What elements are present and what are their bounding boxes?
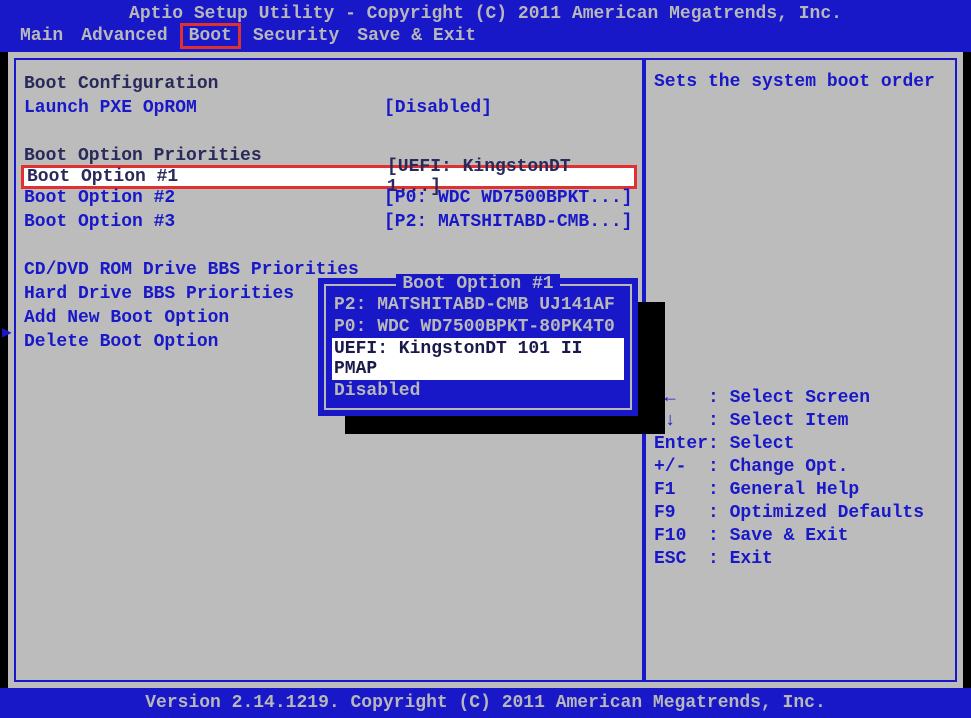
launch-pxe-value: [Disabled] — [384, 98, 634, 118]
help-keys: →←: Select Screen ↑↓: Select Item Enter:… — [654, 386, 947, 570]
boot-option-popup: Boot Option #1 P2: MATSHITABD-CMB UJ141A… — [318, 278, 638, 416]
popup-item-3[interactable]: Disabled — [332, 380, 624, 402]
boot-option-2-value: [P0: WDC WD7500BPKT...] — [384, 188, 634, 208]
launch-pxe-label: Launch PXE OpROM — [24, 98, 384, 118]
popup-item-2[interactable]: UEFI: KingstonDT 101 II PMAP — [332, 338, 624, 380]
boot-option-3-value: [P2: MATSHITABD-CMB...] — [384, 212, 634, 232]
section-boot-config: Boot Configuration — [24, 72, 634, 96]
bios-footer: Version 2.14.1219. Copyright (C) 2011 Am… — [0, 688, 971, 718]
help-key-row: →←: Select Screen — [654, 386, 947, 409]
boot-option-3[interactable]: Boot Option #3 [P2: MATSHITABD-CMB...] — [24, 210, 634, 234]
boot-option-2[interactable]: Boot Option #2 [P0: WDC WD7500BPKT...] — [24, 186, 634, 210]
help-pane: Sets the system boot order →←: Select Sc… — [644, 58, 957, 682]
tab-main[interactable]: Main — [20, 26, 63, 46]
popup-title: Boot Option #1 — [332, 274, 624, 294]
popup-item-0[interactable]: P2: MATSHITABD-CMB UJ141AF — [332, 294, 624, 316]
help-key-row: F1: General Help — [654, 478, 947, 501]
caret-right-icon: ▶ — [2, 322, 12, 342]
boot-option-2-label: Boot Option #2 — [24, 188, 384, 208]
help-key-row: +/-: Change Opt. — [654, 455, 947, 478]
boot-option-3-label: Boot Option #3 — [24, 212, 384, 232]
help-key-row: Enter: Select — [654, 432, 947, 455]
popup-item-1[interactable]: P0: WDC WD7500BPKT-80PK4T0 — [332, 316, 624, 338]
tab-save-exit[interactable]: Save & Exit — [357, 26, 476, 46]
tab-advanced[interactable]: Advanced — [81, 26, 167, 46]
menu-tabs: Main Advanced Boot Security Save & Exit — [20, 26, 951, 46]
tab-boot[interactable]: Boot — [180, 23, 241, 49]
help-key-row: F10: Save & Exit — [654, 524, 947, 547]
help-key-row: ↑↓: Select Item — [654, 409, 947, 432]
bios-title: Aptio Setup Utility - Copyright (C) 2011… — [20, 4, 951, 26]
tab-security[interactable]: Security — [253, 26, 339, 46]
launch-pxe-oprom[interactable]: Launch PXE OpROM [Disabled] — [24, 96, 634, 120]
help-key-row: ESC: Exit — [654, 547, 947, 570]
bios-header: Aptio Setup Utility - Copyright (C) 2011… — [0, 0, 971, 52]
help-text: Sets the system boot order — [654, 72, 947, 92]
boot-option-1-label: Boot Option #1 — [27, 167, 387, 187]
boot-option-1[interactable]: Boot Option #1 [UEFI: KingstonDT 1...] — [21, 165, 637, 189]
help-key-row: F9: Optimized Defaults — [654, 501, 947, 524]
